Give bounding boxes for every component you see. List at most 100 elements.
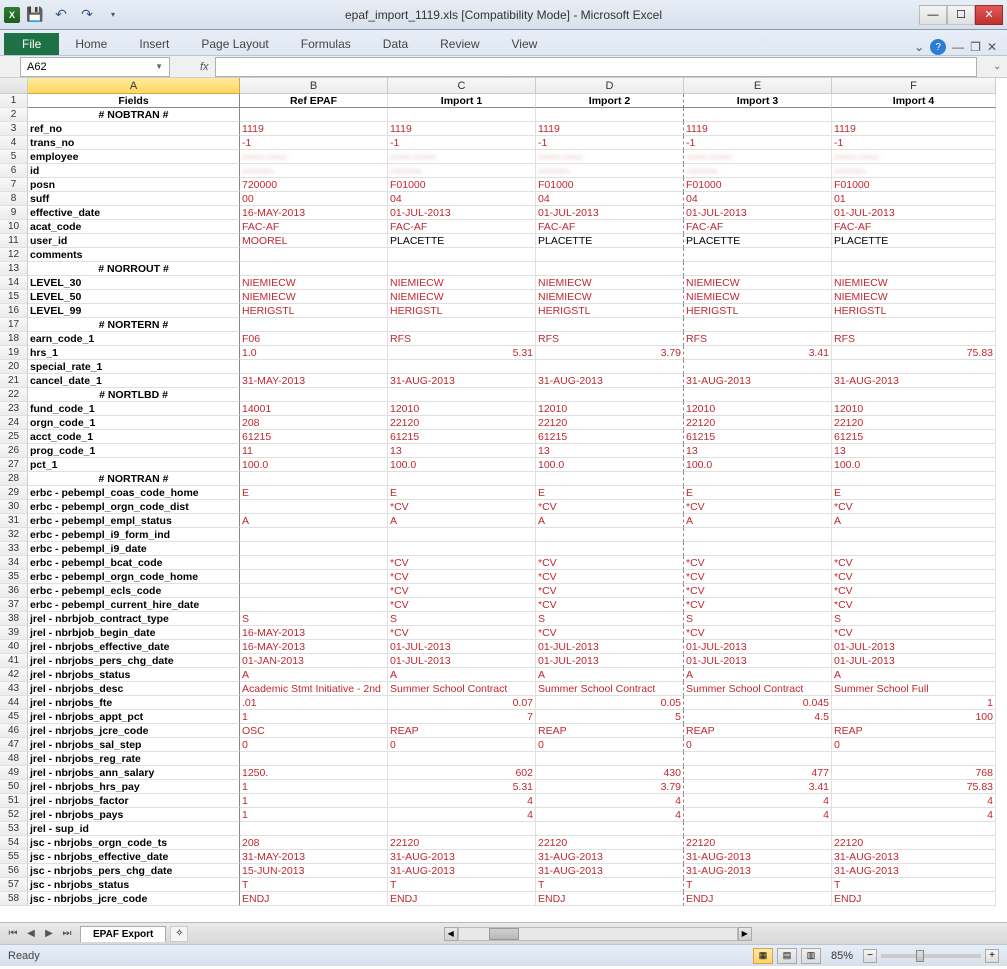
cell[interactable] [240, 542, 388, 556]
row-header[interactable]: 57 [0, 878, 28, 892]
row-header[interactable]: 42 [0, 668, 28, 682]
cell[interactable]: 12010 [388, 402, 536, 416]
cell[interactable]: E [684, 486, 832, 500]
cell[interactable]: 31-AUG-2013 [536, 850, 684, 864]
row-label[interactable]: effective_date [28, 206, 240, 220]
row-label[interactable]: jrel - nbrjobs_status [28, 668, 240, 682]
cell[interactable]: *CV [388, 598, 536, 612]
cell[interactable]: 31-AUG-2013 [684, 864, 832, 878]
row-header[interactable]: 20 [0, 360, 28, 374]
cell[interactable]: 5.31 [388, 780, 536, 794]
cell[interactable]: Academic Stmt Initiative - 2nd [240, 682, 388, 696]
cell[interactable]: REAP [684, 724, 832, 738]
cell[interactable]: RFS [536, 332, 684, 346]
cell[interactable] [832, 248, 996, 262]
cell[interactable]: ENDJ [684, 892, 832, 906]
cell[interactable]: 01-JUL-2013 [388, 206, 536, 220]
row-label[interactable]: acct_code_1 [28, 430, 240, 444]
help-icon[interactable]: ? [930, 39, 946, 55]
cell[interactable]: 0 [536, 738, 684, 752]
cell[interactable]: 1 [832, 696, 996, 710]
cell[interactable]: 4 [684, 794, 832, 808]
row-header[interactable]: 47 [0, 738, 28, 752]
cell[interactable]: PLACETTE [388, 234, 536, 248]
minimize-button[interactable]: — [919, 5, 947, 25]
cell[interactable]: 13 [832, 444, 996, 458]
cell[interactable]: 3.79 [536, 346, 684, 360]
cell[interactable]: A [388, 514, 536, 528]
row-header[interactable]: 4 [0, 136, 28, 150]
cell[interactable]: 4.5 [684, 710, 832, 724]
cell[interactable] [536, 822, 684, 836]
redo-icon[interactable]: ↷ [76, 4, 98, 26]
row-header[interactable]: 41 [0, 654, 28, 668]
cell[interactable]: A [536, 514, 684, 528]
cell[interactable]: E [240, 486, 388, 500]
cell[interactable]: 0.05 [536, 696, 684, 710]
cell[interactable] [240, 556, 388, 570]
zoom-slider[interactable] [881, 954, 981, 958]
row-label[interactable]: erbc - pebempl_i9_date [28, 542, 240, 556]
cell[interactable]: ENDJ [240, 892, 388, 906]
cell[interactable]: T [684, 878, 832, 892]
row-header[interactable]: 34 [0, 556, 28, 570]
cell[interactable]: 31-AUG-2013 [536, 864, 684, 878]
cell[interactable]: RFS [832, 332, 996, 346]
row-label[interactable]: jsc - nbrjobs_effective_date [28, 850, 240, 864]
cell[interactable] [240, 388, 388, 402]
row-header[interactable]: 46 [0, 724, 28, 738]
cell[interactable]: 3.41 [684, 346, 832, 360]
cell[interactable]: 4 [388, 794, 536, 808]
cell[interactable]: FAC-AF [832, 220, 996, 234]
cell[interactable]: 100.0 [536, 458, 684, 472]
cell[interactable]: 04 [536, 192, 684, 206]
row-header[interactable]: 10 [0, 220, 28, 234]
cell[interactable]: 13 [388, 444, 536, 458]
cell[interactable]: 5 [536, 710, 684, 724]
cell[interactable] [240, 262, 388, 276]
cell[interactable]: 22120 [536, 836, 684, 850]
row-header[interactable]: 55 [0, 850, 28, 864]
row-label[interactable]: id [28, 164, 240, 178]
cell[interactable]: REAP [536, 724, 684, 738]
cell[interactable]: Summer School Contract [388, 682, 536, 696]
cell[interactable]: -1 [240, 136, 388, 150]
tab-formulas[interactable]: Formulas [285, 33, 367, 55]
cell[interactable]: 0 [832, 738, 996, 752]
zoom-level[interactable]: 85% [831, 950, 853, 962]
row-label[interactable]: jrel - nbrbjob_contract_type [28, 612, 240, 626]
cell[interactable]: NIEMIECW [832, 276, 996, 290]
cell[interactable]: 22120 [684, 416, 832, 430]
cell[interactable]: NIEMIECW [240, 276, 388, 290]
cell[interactable]: 1119 [388, 122, 536, 136]
row-header[interactable]: 53 [0, 822, 28, 836]
cell[interactable]: Summer School Contract [684, 682, 832, 696]
cell[interactable]: E [536, 486, 684, 500]
cell[interactable]: 1250. [240, 766, 388, 780]
sheet-nav-prev-icon[interactable]: ◀ [22, 928, 40, 939]
cell[interactable]: F01000 [684, 178, 832, 192]
cell[interactable]: 13 [684, 444, 832, 458]
cell[interactable]: 61215 [832, 430, 996, 444]
cell[interactable] [240, 360, 388, 374]
cell[interactable] [240, 318, 388, 332]
hscroll-left-icon[interactable]: ◀ [444, 927, 458, 941]
cell[interactable]: ——— [832, 164, 996, 178]
cell[interactable] [240, 108, 388, 122]
cell[interactable]: F01000 [536, 178, 684, 192]
cell[interactable] [388, 528, 536, 542]
row-label[interactable]: ref_no [28, 122, 240, 136]
cell[interactable]: E [832, 486, 996, 500]
cell[interactable]: *CV [536, 500, 684, 514]
row-header[interactable]: 25 [0, 430, 28, 444]
cell[interactable]: —— —— [684, 150, 832, 164]
cell[interactable] [240, 528, 388, 542]
cell[interactable]: 4 [388, 808, 536, 822]
cell[interactable] [536, 542, 684, 556]
cell[interactable] [684, 318, 832, 332]
row-label[interactable]: # NORTRAN # [28, 472, 240, 486]
cell[interactable]: 31-AUG-2013 [388, 850, 536, 864]
cell[interactable]: 01-JUL-2013 [832, 654, 996, 668]
cell[interactable]: —— —— [832, 150, 996, 164]
cell[interactable] [536, 360, 684, 374]
